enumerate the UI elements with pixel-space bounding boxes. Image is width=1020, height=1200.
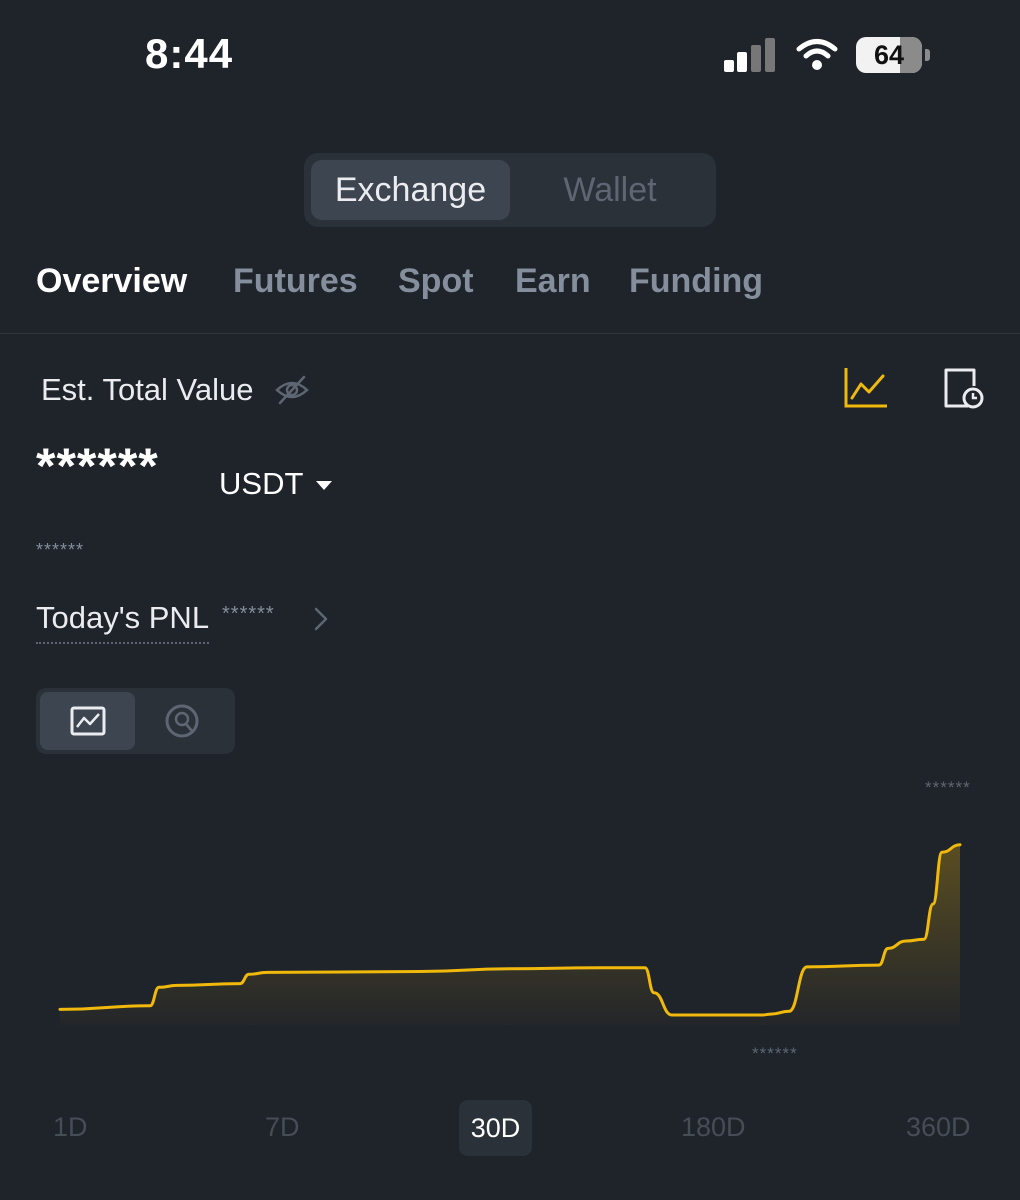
- est-total-value-label: Est. Total Value: [41, 372, 254, 407]
- eye-off-icon[interactable]: [274, 374, 310, 406]
- period-7d[interactable]: 7D: [265, 1112, 300, 1143]
- period-180d[interactable]: 180D: [681, 1112, 746, 1143]
- cellular-signal-icon: [724, 38, 775, 72]
- wifi-icon: [796, 39, 838, 70]
- segment-wallet[interactable]: Wallet: [512, 160, 708, 220]
- tab-futures[interactable]: Futures: [233, 262, 358, 301]
- pnl-chart-icon[interactable]: [843, 366, 889, 410]
- battery-icon: 64: [856, 37, 922, 73]
- tab-spot[interactable]: Spot: [398, 262, 474, 301]
- period-30d[interactable]: 30D: [459, 1100, 532, 1156]
- tab-earn[interactable]: Earn: [515, 262, 591, 301]
- chart-area-fill: [60, 844, 960, 1025]
- history-icon[interactable]: [940, 366, 986, 412]
- status-time: 8:44: [145, 30, 234, 77]
- battery-level: 64: [873, 40, 905, 70]
- secondary-value-masked: ******: [36, 540, 85, 560]
- tabs-divider: [0, 333, 1020, 334]
- caret-down-icon[interactable]: [316, 481, 332, 490]
- segment-exchange[interactable]: Exchange: [311, 160, 510, 220]
- todays-pnl-value: ******: [222, 603, 275, 625]
- period-1d[interactable]: 1D: [53, 1112, 88, 1143]
- chart-max-label: ******: [925, 778, 971, 797]
- period-360d[interactable]: 360D: [906, 1112, 971, 1143]
- todays-pnl-label[interactable]: Today's PNL: [36, 600, 210, 644]
- battery-nub: [925, 49, 930, 61]
- tab-overview[interactable]: Overview: [36, 262, 187, 301]
- pie-chart-icon[interactable]: [164, 703, 200, 739]
- chevron-right-icon[interactable]: [312, 606, 330, 632]
- total-value-masked: ******: [36, 438, 159, 494]
- currency-selector[interactable]: USDT: [219, 466, 303, 502]
- asset-trend-chart: [58, 843, 962, 1025]
- tab-funding[interactable]: Funding: [629, 262, 763, 301]
- chart-min-label: ******: [752, 1044, 798, 1063]
- line-chart-icon[interactable]: [70, 705, 106, 737]
